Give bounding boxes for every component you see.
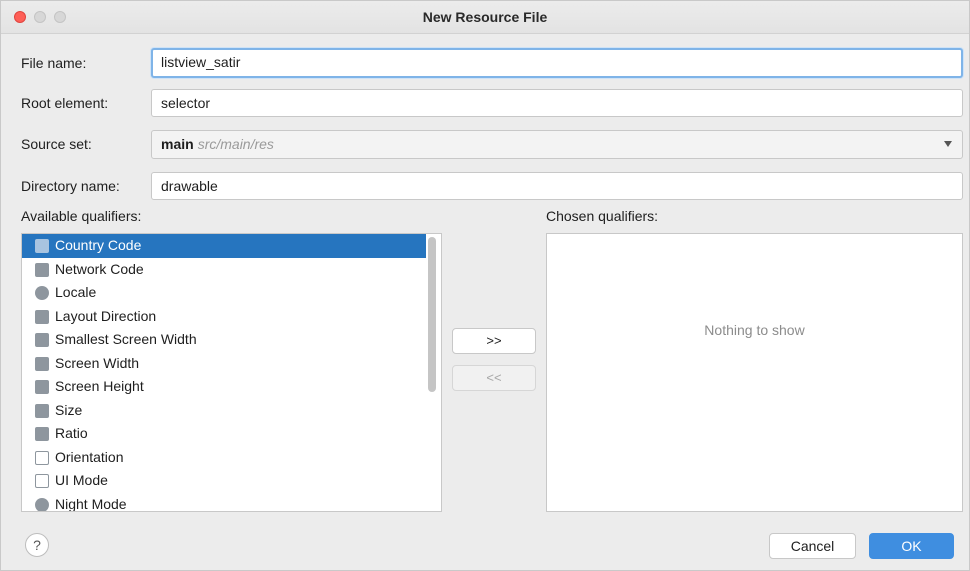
directory-name-field[interactable]: drawable: [151, 172, 963, 200]
list-item-orientation[interactable]: Orientation: [22, 446, 426, 470]
screen-width-icon: [35, 356, 49, 371]
list-item-screen-width[interactable]: Screen Width: [22, 352, 426, 376]
list-scrollbar[interactable]: [428, 237, 436, 392]
list-item-label: Ratio: [55, 425, 88, 441]
file-name-value: listview_satir: [161, 54, 241, 70]
directory-name-value: drawable: [161, 178, 218, 194]
file-name-label: File name:: [21, 55, 87, 71]
available-qualifiers-list[interactable]: Country Code Network Code Locale Layout …: [21, 233, 442, 512]
list-item-label: Orientation: [55, 448, 124, 465]
file-name-field[interactable]: listview_satir: [151, 48, 963, 78]
cancel-button[interactable]: Cancel: [769, 533, 856, 559]
list-item-smallest-screen-width[interactable]: Smallest Screen Width: [22, 328, 426, 352]
source-set-label: Source set:: [21, 136, 92, 152]
directory-name-label: Directory name:: [21, 178, 120, 194]
chosen-qualifiers-label: Chosen qualifiers:: [546, 208, 659, 224]
ui-mode-icon: [35, 474, 49, 488]
dialog-title: New Resource File: [422, 9, 548, 25]
empty-state-text: Nothing to show: [704, 322, 805, 338]
title-bar: New Resource File: [1, 1, 969, 34]
list-item-label: Screen Height: [55, 378, 144, 394]
screen-height-icon: [35, 380, 49, 394]
list-item-ui-mode[interactable]: UI Mode: [22, 469, 426, 493]
chosen-qualifiers-list[interactable]: Nothing to show: [546, 233, 963, 512]
list-item-label: Layout Direction: [55, 307, 157, 324]
list-item-locale[interactable]: Locale: [22, 281, 426, 305]
network-code-icon: [35, 262, 49, 277]
list-item-layout-direction[interactable]: Layout Direction: [22, 305, 426, 329]
source-set-value: main: [161, 136, 194, 152]
remove-qualifier-button[interactable]: <<: [452, 365, 536, 391]
ratio-icon: [35, 427, 49, 441]
add-qualifier-button[interactable]: >>: [452, 328, 536, 354]
list-item-network-code[interactable]: Network Code: [22, 258, 426, 282]
list-item-country-code[interactable]: Country Code: [22, 234, 426, 258]
globe-icon: [35, 286, 49, 300]
list-item-label: Screen Width: [55, 354, 140, 371]
size-icon: [35, 403, 49, 418]
orientation-icon: [35, 450, 49, 465]
smallest-screen-width-icon: [35, 333, 49, 347]
night-mode-icon: [35, 497, 49, 511]
chevron-down-icon: [944, 141, 952, 147]
list-item-night-mode[interactable]: Night Mode: [22, 493, 426, 512]
available-qualifiers-label: Available qualifiers:: [21, 208, 142, 224]
list-item-label: Network Code: [55, 260, 144, 277]
country-code-icon: [35, 239, 49, 253]
ok-button[interactable]: OK: [869, 533, 954, 559]
root-element-field[interactable]: selector: [151, 89, 963, 117]
list-item-label: Night Mode: [55, 495, 127, 512]
help-button[interactable]: ?: [25, 533, 49, 557]
root-element-label: Root element:: [21, 95, 109, 111]
layout-direction-icon: [35, 309, 49, 324]
list-item-label: Size: [55, 401, 83, 418]
new-resource-file-dialog: New Resource File File name: listview_sa…: [0, 0, 970, 571]
list-item-screen-height[interactable]: Screen Height: [22, 375, 426, 399]
list-item-label: Country Code: [55, 237, 142, 253]
root-element-value: selector: [161, 95, 211, 111]
source-set-dropdown[interactable]: main src/main/res: [151, 130, 963, 159]
list-item-label: Locale: [55, 284, 97, 300]
list-item-label: Smallest Screen Width: [55, 331, 197, 347]
list-item-label: UI Mode: [55, 472, 108, 488]
list-item-size[interactable]: Size: [22, 399, 426, 423]
list-item-ratio[interactable]: Ratio: [22, 422, 426, 446]
source-set-path: src/main/res: [197, 136, 274, 152]
